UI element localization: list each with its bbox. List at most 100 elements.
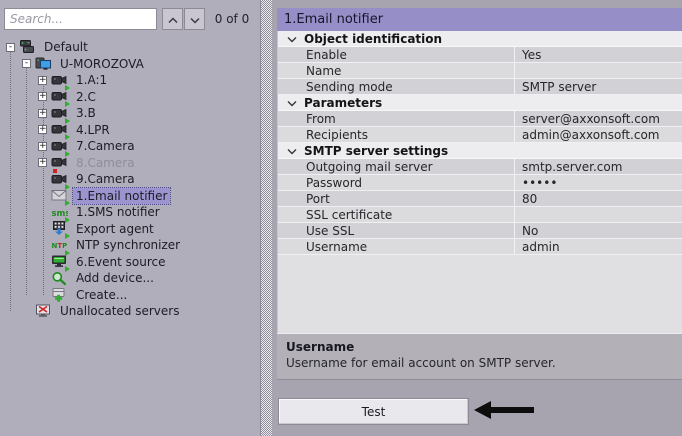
chevron-up-icon [168,12,178,27]
property-name: Recipients [278,127,514,143]
tree-item-label: 3.B [73,105,99,121]
property-row-enable[interactable]: EnableYes [278,47,682,63]
property-value[interactable]: ••••• [514,175,682,191]
tree-item-7-camera[interactable]: +7.Camera [0,138,259,155]
property-row-password[interactable]: Password••••• [278,175,682,191]
expand-toggle[interactable]: + [38,76,47,85]
property-name: From [278,111,514,127]
property-name: Password [278,175,514,191]
property-grid: Object identificationEnableYesNameSendin… [277,31,682,333]
group-header-smtp-server-settings[interactable]: SMTP server settings [278,143,682,159]
tree-item-add-device[interactable]: +Add device... [0,270,259,287]
tree-item-label: Unallocated servers [57,303,182,319]
property-name: Username [278,239,514,255]
search-input[interactable] [4,8,157,30]
property-row-port[interactable]: Port80 [278,191,682,207]
camera-icon [51,122,68,137]
property-name: Enable [278,47,514,63]
tree-item-label: 8.Camera [73,155,138,171]
property-value[interactable]: server@axxonsoft.com [514,111,682,127]
tree-item-unallocated-servers[interactable]: +Unallocated servers [0,303,259,320]
property-value[interactable]: admin [514,239,682,255]
tree-item-label: 1.Email notifier [73,188,170,204]
tree-item-label: 4.LPR [73,122,113,138]
tree-item-u-morozova[interactable]: - U-MOROZOVA [0,56,259,73]
expand-toggle[interactable]: + [38,92,47,101]
expand-toggle[interactable]: - [22,59,31,68]
expand-toggle[interactable]: + [38,125,47,134]
tree-item-label: Add device... [73,270,157,286]
tree-item-default[interactable]: -Default [0,39,259,56]
tree-item-label: 9.Camera [73,171,138,187]
property-value[interactable]: 80 [514,191,682,207]
tree-item-3-b[interactable]: +3.B [0,105,259,122]
tree-item-1-sms-notifier[interactable]: +sms1.SMS notifier [0,204,259,221]
collapse-chevron-icon[interactable] [287,36,297,43]
property-row-use-ssl[interactable]: Use SSLNo [278,223,682,239]
event-source-icon [51,254,68,269]
property-description-box: Username Username for email account on S… [277,333,682,380]
expand-toggle[interactable]: + [38,158,47,167]
property-name: Port [278,191,514,207]
envelope-icon [51,188,68,203]
property-row-sending-mode[interactable]: Sending modeSMTP server [278,79,682,95]
property-value[interactable]: smtp.server.com [514,159,682,175]
property-value[interactable]: SMTP server [514,79,682,95]
property-name: SSL certificate [278,207,514,223]
servers-icon [19,40,36,55]
tree-item-1-email-notifier[interactable]: +1.Email notifier [0,188,259,205]
camera-icon [51,172,68,187]
property-value[interactable] [514,207,682,223]
camera-icon [51,106,68,121]
expand-toggle[interactable]: + [38,142,47,151]
search-result-count: 0 of 0 [206,8,258,30]
tree-item-2-c[interactable]: +2.C [0,89,259,106]
search-next-button[interactable] [184,8,205,30]
device-tree: -Default-U-MOROZOVA+1.A:1+2.C+3.B+4.LPR+… [0,39,259,436]
expand-toggle[interactable]: - [6,43,15,52]
panel-splitter[interactable] [261,0,272,436]
property-name: Sending mode [278,79,514,95]
expand-toggle[interactable]: + [38,109,47,118]
tree-item-label: 1.SMS notifier [73,204,163,220]
device-tree-panel: 0 of 0 -Default-U-MOROZOVA+1.A:1+2.C+3.B… [0,0,261,436]
test-button[interactable]: Test [278,398,469,425]
property-value[interactable] [514,63,682,79]
group-header-parameters[interactable]: Parameters [278,95,682,111]
property-row-name[interactable]: Name [278,63,682,79]
collapse-chevron-icon[interactable] [287,148,297,155]
property-row-recipients[interactable]: Recipientsadmin@axxonsoft.com [278,127,682,143]
property-value[interactable]: admin@axxonsoft.com [514,127,682,143]
collapse-chevron-icon[interactable] [287,100,297,107]
camera-icon [51,89,68,104]
camera-icon [51,139,68,154]
tree-item-label: 1.A:1 [73,72,110,88]
tree-item-create[interactable]: +Create... [0,287,259,304]
property-value[interactable]: Yes [514,47,682,63]
tree-item-export-agent[interactable]: +Export agent [0,221,259,238]
search-prev-button[interactable] [162,8,183,30]
properties-panel: 1.Email notifier Object identificationEn… [272,0,682,436]
property-row-ssl-certificate[interactable]: SSL certificate [278,207,682,223]
group-header-label: Parameters [304,96,382,110]
group-header-label: Object identification [304,32,442,46]
chevron-down-icon [190,12,200,27]
tree-item-1-a-1[interactable]: +1.A:1 [0,72,259,89]
svg-text:NTP: NTP [52,242,68,250]
host-icon [35,56,52,71]
tree-item-label: 2.C [73,89,99,105]
property-row-username[interactable]: Usernameadmin [278,239,682,255]
annotation-arrow-icon [474,399,536,421]
tree-item-4-lpr[interactable]: +4.LPR [0,122,259,139]
group-header-object-identification[interactable]: Object identification [278,31,682,47]
tree-item-label: Export agent [73,221,157,237]
tree-item-ntp-synchronizer[interactable]: +NTPNTP synchronizer [0,237,259,254]
property-value[interactable]: No [514,223,682,239]
tree-item-label: 6.Event source [73,254,169,270]
property-row-from[interactable]: Fromserver@axxonsoft.com [278,111,682,127]
property-row-outgoing-mail-server[interactable]: Outgoing mail serversmtp.server.com [278,159,682,175]
tree-item-8-camera[interactable]: +8.Camera [0,155,259,172]
tree-item-6-event-source[interactable]: +6.Event source [0,254,259,271]
tree-item-9-camera[interactable]: +9.Camera [0,171,259,188]
tree-item-label: U-MOROZOVA [57,56,147,72]
